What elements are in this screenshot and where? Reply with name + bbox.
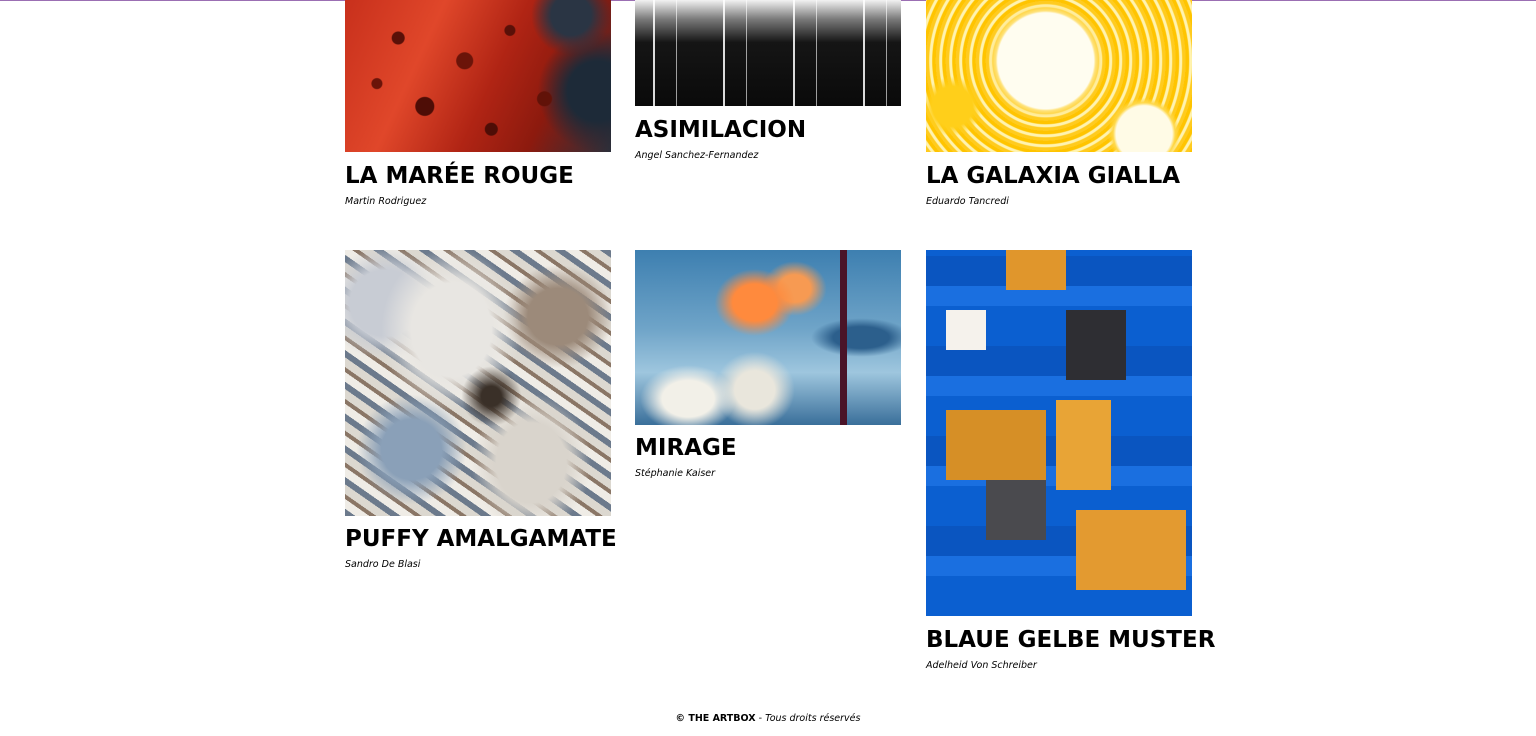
artwork-title: BLAUE GELBE MUSTER	[926, 627, 1216, 653]
artwork-image[interactable]	[345, 0, 611, 152]
artwork-image[interactable]	[345, 250, 611, 516]
artwork-artist: Angel Sanchez-Fernandez	[635, 150, 759, 161]
artwork-card-mirage[interactable]: MIRAGE Stéphanie Kaiser	[635, 250, 901, 480]
artwork-card-la-galaxia-gialla[interactable]: LA GALAXIA GIALLA Eduardo Tancredi	[926, 0, 1192, 208]
artwork-image[interactable]	[926, 250, 1192, 616]
artwork-card-la-maree-rouge[interactable]: LA MARÉE ROUGE Martin Rodriguez	[345, 0, 611, 208]
artwork-card-puffy-amalgamate[interactable]: PUFFY AMALGAMATE Sandro De Blasi	[345, 250, 617, 571]
artwork-title: LA MARÉE ROUGE	[345, 163, 574, 189]
footer-rights: Tous droits réservés	[765, 713, 861, 724]
site-footer: © THE ARTBOX - Tous droits réservés	[0, 712, 1536, 726]
artwork-artist: Eduardo Tancredi	[926, 196, 1009, 207]
artwork-card-blaue-gelbe-muster[interactable]: BLAUE GELBE MUSTER Adelheid Von Schreibe…	[926, 250, 1216, 672]
artwork-title: LA GALAXIA GIALLA	[926, 163, 1181, 189]
artwork-image[interactable]	[635, 250, 901, 425]
artwork-image[interactable]	[926, 0, 1192, 152]
artwork-artist: Sandro De Blasi	[345, 559, 421, 570]
artwork-artist: Martin Rodriguez	[345, 196, 427, 207]
footer-brand: © THE ARTBOX	[675, 713, 756, 724]
artwork-title: MIRAGE	[635, 435, 737, 461]
artwork-artist: Stéphanie Kaiser	[635, 468, 716, 479]
footer-separator: -	[755, 713, 766, 724]
artwork-title: ASIMILACION	[635, 117, 807, 143]
artwork-image[interactable]	[635, 0, 901, 106]
artwork-title: PUFFY AMALGAMATE	[345, 526, 617, 552]
artwork-card-asimilacion[interactable]: ASIMILACION Angel Sanchez-Fernandez	[635, 0, 901, 162]
artwork-artist: Adelheid Von Schreiber	[926, 660, 1037, 671]
